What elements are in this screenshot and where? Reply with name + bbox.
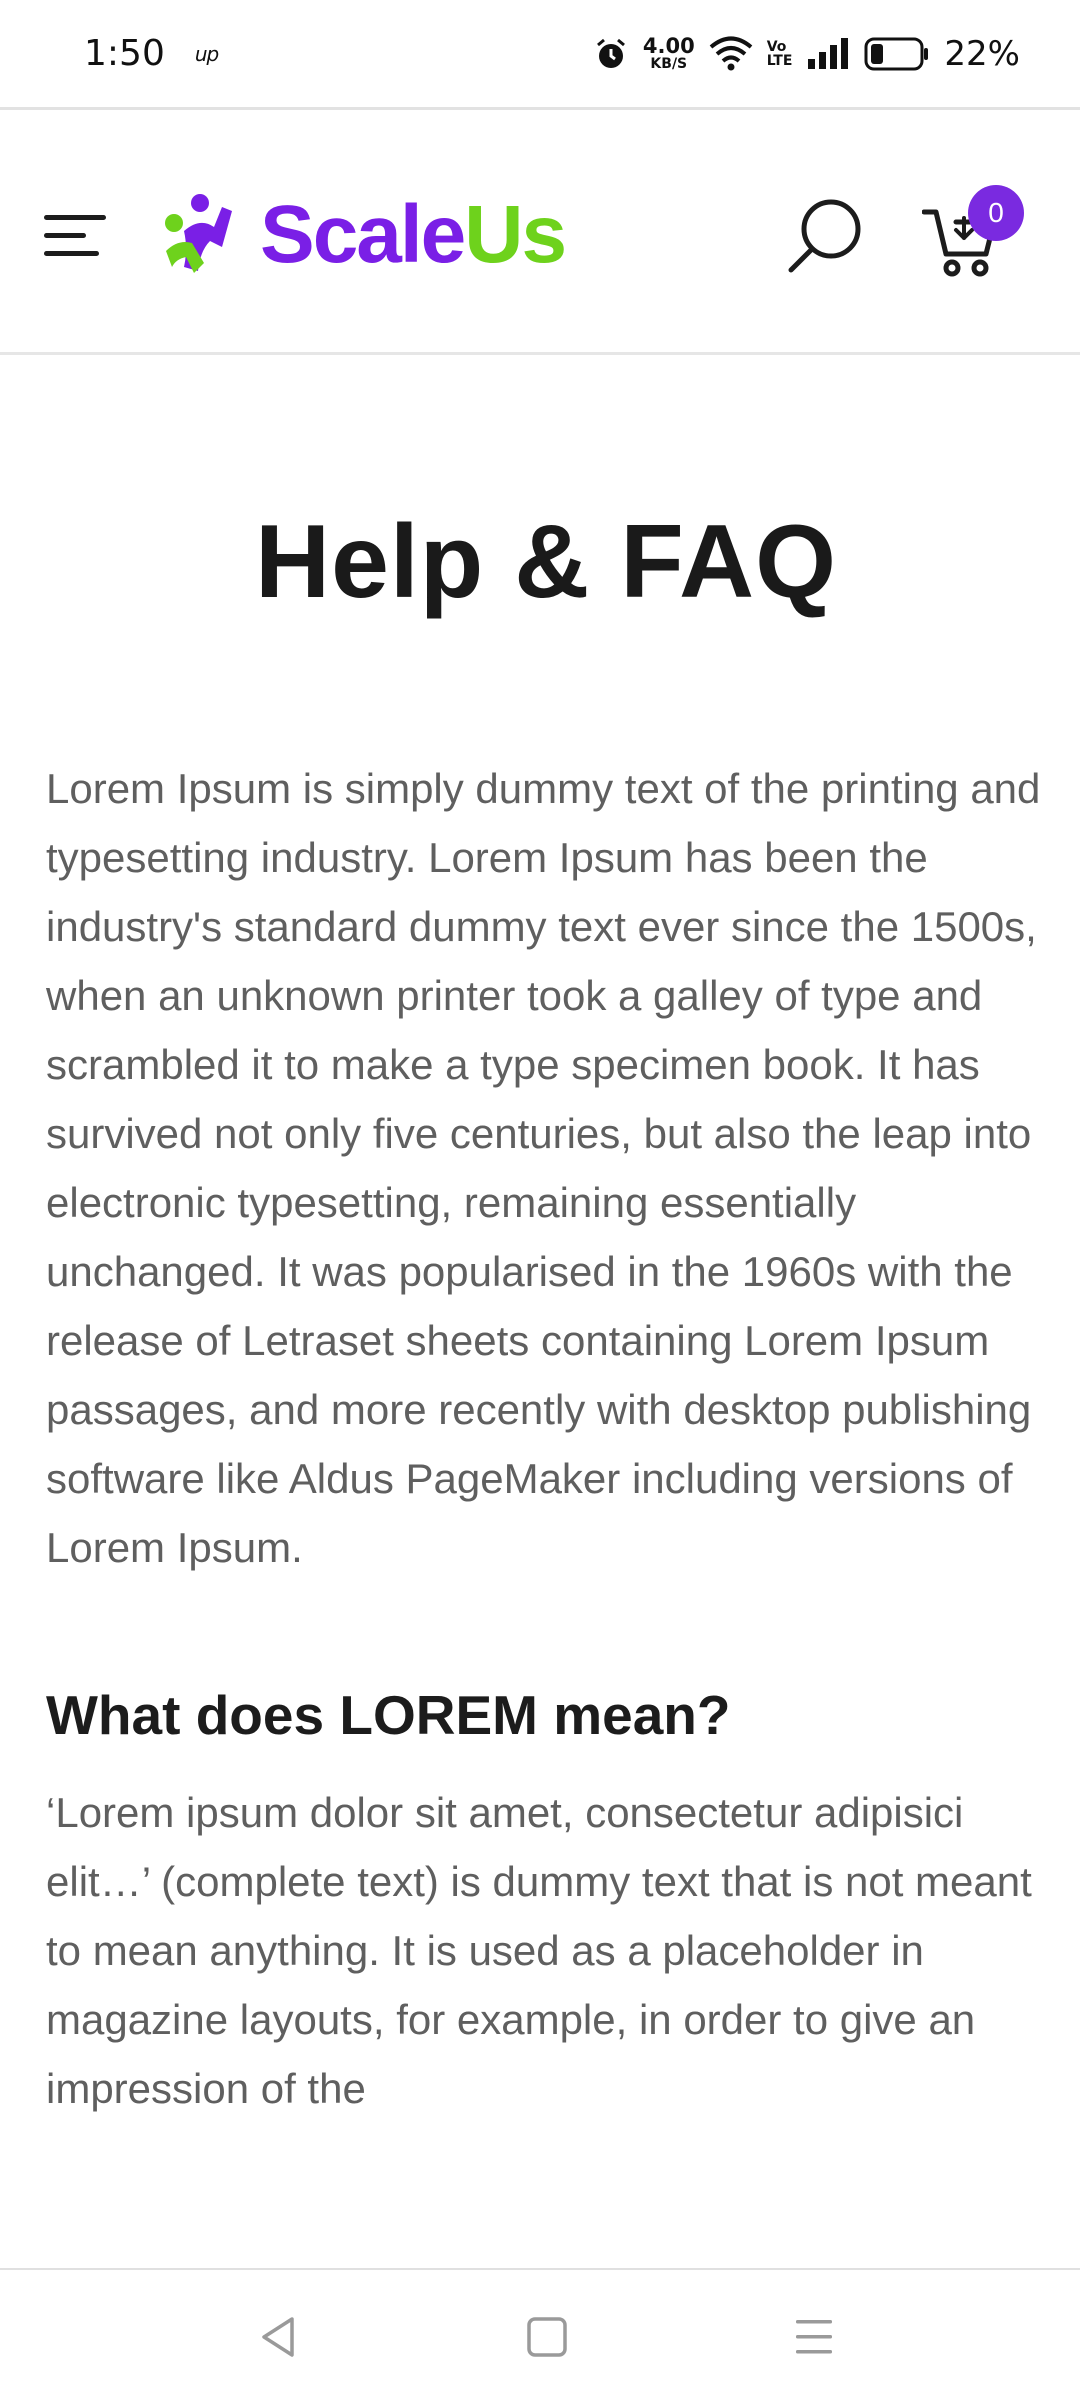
recents-lines-icon [796,2320,832,2354]
page-title: Help & FAQ [254,504,838,620]
battery-percent: 22% [944,33,1020,74]
status-bar: 1:50 up 4.00 KB/S Vo LTE 22% [0,0,1080,110]
scaleus-logo[interactable]: ScaleUs [160,193,567,277]
home-square-icon [527,2317,567,2357]
back-triangle-icon [262,2317,294,2357]
net-speed-value: 4.00 [642,34,695,58]
cart-count-badge: 0 [968,185,1024,241]
section-paragraph: ‘Lorem ipsum dolor sit amet, consectetur… [46,1789,1032,2112]
logo-text-us: Us [464,189,567,280]
volte-top: Vo [766,38,787,55]
net-speed-unit: KB/S [650,56,688,72]
carrier-label: up [194,41,219,66]
battery-icon [864,37,929,70]
logo-mark-icon [165,194,232,273]
volte-indicator: Vo LTE [767,40,793,68]
home-button[interactable] [517,2310,577,2364]
net-speed: 4.00 KB/S [642,34,695,72]
status-right: 4.00 KB/S Vo LTE 22% [593,34,1020,74]
menu-button[interactable] [44,211,106,261]
alarm-icon [596,38,625,68]
intro-paragraph: Lorem Ipsum is simply dummy text of the … [46,765,1041,1571]
logo-wordmark: ScaleUs [260,194,567,276]
status-left: 1:50 up [84,33,219,74]
wifi-icon [709,36,752,70]
logo-text-scale: Scale [260,189,466,280]
search-button[interactable] [785,195,865,275]
back-button[interactable] [250,2310,310,2364]
volte-bottom: LTE [766,52,793,69]
clock: 1:50 [84,33,165,74]
section-heading: What does LOREM mean? [46,1684,731,1746]
hamburger-icon [44,215,106,256]
signal-icon [808,37,849,69]
search-icon [788,199,861,273]
main-content: Help & FAQ Lorem Ipsum is simply dummy t… [46,355,1046,2123]
system-nav-bar [0,2268,1080,2402]
recents-button[interactable] [784,2310,844,2364]
site-header: ScaleUs 0 [0,113,1080,355]
